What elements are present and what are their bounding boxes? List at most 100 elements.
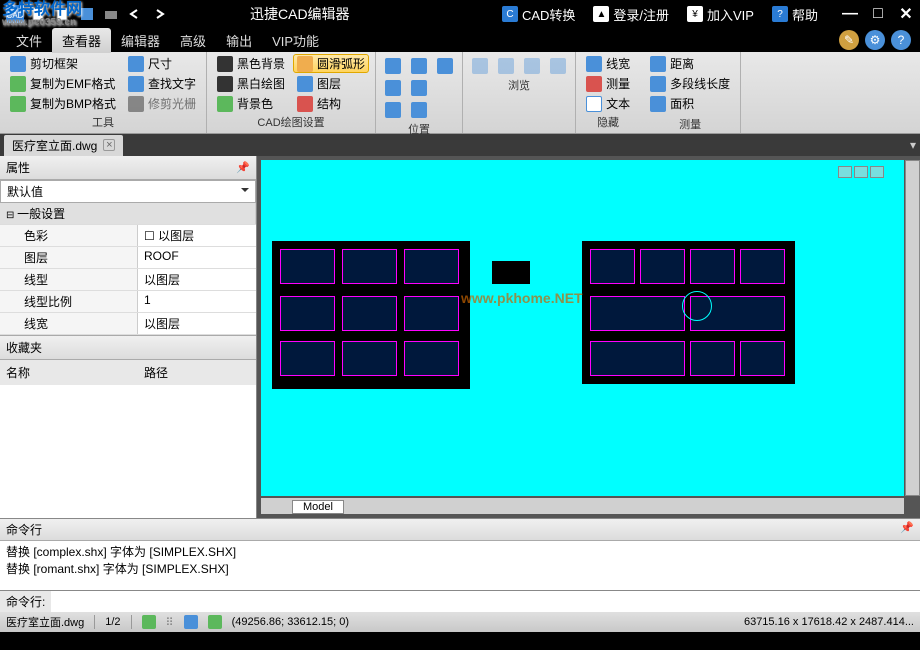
vip-button[interactable]: ¥加入VIP xyxy=(681,3,760,26)
vertical-scrollbar[interactable] xyxy=(905,160,920,496)
area-icon xyxy=(650,96,666,112)
default-combo[interactable]: 默认值 xyxy=(0,180,256,203)
menu-vip[interactable]: VIP功能 xyxy=(262,28,329,53)
pos-icon-2[interactable] xyxy=(382,78,404,98)
menu-file[interactable]: 文件 xyxy=(6,28,52,53)
close-tab-icon[interactable]: × xyxy=(103,139,115,151)
measure-button[interactable]: 测量 xyxy=(582,74,634,93)
menu-editor[interactable]: 编辑器 xyxy=(111,28,170,53)
canvas-minimize-icon[interactable] xyxy=(838,166,852,178)
status-icon-2[interactable] xyxy=(184,615,198,629)
polyline-icon xyxy=(650,76,666,92)
cad-icon: C xyxy=(502,6,518,22)
layer-button[interactable]: 图层 xyxy=(293,74,369,93)
favorites-columns: 名称 路径 xyxy=(0,360,256,385)
info-icon[interactable]: ? xyxy=(891,30,911,50)
document-tab-label: 医疗室立面.dwg xyxy=(12,137,97,154)
cmd-pin-icon[interactable]: 📌 xyxy=(900,521,914,538)
nav-up-icon[interactable] xyxy=(521,56,543,76)
layer-icon xyxy=(297,76,313,92)
status-icon-3[interactable] xyxy=(208,615,222,629)
pan-icon[interactable] xyxy=(434,56,456,76)
drawing-sheet-1 xyxy=(271,240,471,390)
menu-advanced[interactable]: 高级 xyxy=(170,28,216,53)
dimension-button[interactable]: 尺寸 xyxy=(124,54,200,73)
fav-col-path[interactable]: 路径 xyxy=(144,364,168,381)
polyline-length-button[interactable]: 多段线长度 xyxy=(646,74,734,93)
login-button[interactable]: ▲登录/注册 xyxy=(587,3,675,26)
find-text-button[interactable]: 查找文字 xyxy=(124,74,200,93)
smooth-arc-button[interactable]: 圆滑弧形 xyxy=(293,54,369,73)
statusbar: 医疗室立面.dwg 1/2 ⠿ (49256.86; 33612.15; 0) … xyxy=(0,612,920,632)
status-grip-icon[interactable]: ⠿ xyxy=(166,616,174,629)
text-icon xyxy=(586,96,602,112)
prop-row-layer[interactable]: 图层ROOF xyxy=(0,247,256,269)
user-icon: ▲ xyxy=(593,6,609,22)
crop-icon xyxy=(10,56,26,72)
canvas-restore-icon[interactable] xyxy=(854,166,868,178)
undo-icon[interactable] xyxy=(124,3,146,25)
prop-row-linetype[interactable]: 线型以图层 xyxy=(0,269,256,291)
maximize-button[interactable]: □ xyxy=(868,4,888,24)
structure-button[interactable]: 结构 xyxy=(293,94,369,113)
distance-button[interactable]: 距离 xyxy=(646,54,734,73)
pos-icon-3[interactable] xyxy=(382,100,404,120)
logo-text: 多特软件网 xyxy=(2,2,82,18)
redo-icon[interactable] xyxy=(148,3,170,25)
structure-icon xyxy=(297,96,313,112)
crop-frame-button[interactable]: 剪切框架 xyxy=(6,54,120,73)
copy-emf-button[interactable]: 复制为EMF格式 xyxy=(6,74,120,93)
property-grid: 一般设置 色彩☐ 以图层 图层ROOF 线型以图层 线型比例1 线宽以图层 xyxy=(0,203,256,335)
nav-back-icon[interactable] xyxy=(469,56,491,76)
menu-viewer[interactable]: 查看器 xyxy=(52,28,111,53)
pin-icon[interactable]: 📌 xyxy=(236,161,250,174)
prop-row-lineweight[interactable]: 线宽以图层 xyxy=(0,313,256,335)
question-icon: ? xyxy=(772,6,788,22)
favorites-title: 收藏夹 xyxy=(0,335,256,360)
status-page: 1/2 xyxy=(105,616,120,628)
lineweight-icon xyxy=(586,56,602,72)
group-measure-label: 测量 xyxy=(646,115,734,133)
fav-col-name[interactable]: 名称 xyxy=(6,364,144,381)
prop-row-ltscale[interactable]: 线型比例1 xyxy=(0,291,256,313)
horizontal-scrollbar[interactable] xyxy=(261,498,904,514)
cad-convert-button[interactable]: CCAD转换 xyxy=(496,3,581,26)
document-tab[interactable]: 医疗室立面.dwg × xyxy=(4,135,123,156)
menu-output[interactable]: 输出 xyxy=(216,28,262,53)
model-tab[interactable]: Model xyxy=(292,500,344,514)
command-history: 替换 [complex.shx] 字体为 [SIMPLEX.SHX] 替换 [r… xyxy=(0,541,920,590)
command-input[interactable] xyxy=(51,591,920,612)
zoom-out-icon[interactable] xyxy=(408,78,430,98)
drawing-canvas[interactable]: www.pkhome.NET xyxy=(261,160,904,496)
status-icon-1[interactable] xyxy=(142,615,156,629)
zoom-in-icon[interactable] xyxy=(408,56,430,76)
bg-color-button[interactable]: 背景色 xyxy=(213,94,289,113)
drawing-detail xyxy=(491,260,531,285)
bw-draw-button[interactable]: 黑白绘图 xyxy=(213,74,289,93)
black-bg-button[interactable]: 黑色背景 xyxy=(213,54,289,73)
gear-icon[interactable]: ⚙ xyxy=(865,30,885,50)
close-button[interactable]: ✕ xyxy=(896,4,916,24)
minimize-button[interactable]: — xyxy=(840,4,860,24)
print-icon[interactable] xyxy=(100,3,122,25)
pos-icon-1[interactable] xyxy=(382,56,404,76)
black-bg-icon xyxy=(217,56,233,72)
distance-icon xyxy=(650,56,666,72)
help-button[interactable]: ?帮助 xyxy=(766,3,824,26)
pen-icon[interactable]: ✎ xyxy=(839,30,859,50)
nav-down-icon[interactable] xyxy=(547,56,569,76)
zoom-fit-icon[interactable] xyxy=(408,100,430,120)
prop-row-color[interactable]: 色彩☐ 以图层 xyxy=(0,225,256,247)
nav-fwd-icon[interactable] xyxy=(495,56,517,76)
ribbon: 剪切框架 复制为EMF格式 复制为BMP格式 尺寸 查找文字 修剪光栅 工具 黑… xyxy=(0,52,920,134)
tab-dropdown-icon[interactable]: ▾ xyxy=(910,138,916,152)
group-cad-settings-label: CAD绘图设置 xyxy=(213,113,369,131)
copy-bmp-button[interactable]: 复制为BMP格式 xyxy=(6,94,120,113)
command-prompt: 命令行: xyxy=(0,591,51,612)
lineweight-button[interactable]: 线宽 xyxy=(582,54,634,73)
text-button[interactable]: 文本 xyxy=(582,94,634,113)
canvas-close-icon[interactable] xyxy=(870,166,884,178)
trim-raster-button[interactable]: 修剪光栅 xyxy=(124,94,200,113)
section-general[interactable]: 一般设置 xyxy=(0,203,256,224)
area-button[interactable]: 面积 xyxy=(646,94,734,113)
